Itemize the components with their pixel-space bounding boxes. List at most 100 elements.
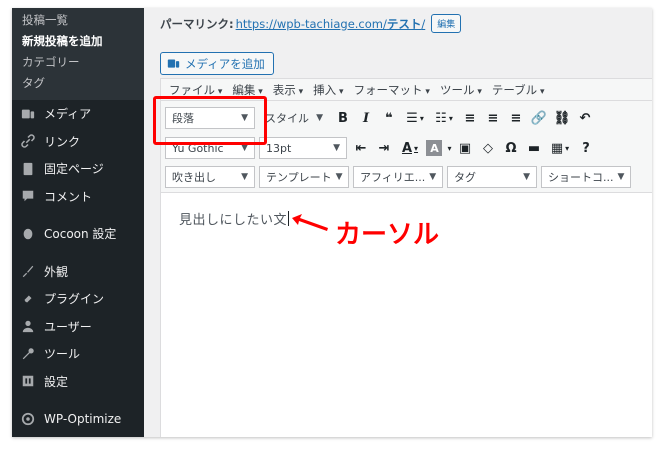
menu-tools[interactable]: ツール	[440, 82, 482, 98]
sidebar-item-settings[interactable]: 設定	[12, 368, 144, 396]
template-select[interactable]: テンプレート ▼	[259, 166, 349, 188]
undo-icon[interactable]: ↶	[575, 107, 595, 129]
italic-icon[interactable]: I	[356, 107, 376, 129]
annotation-arrow-icon	[292, 214, 328, 231]
permalink-url-tail: /	[421, 16, 426, 31]
text-cursor	[288, 211, 290, 226]
menu-table[interactable]: テーブル	[492, 82, 545, 98]
menu-separator	[12, 248, 144, 258]
sidebar-item-label: メディア	[44, 107, 92, 122]
sidebar-item-label: リンク	[44, 134, 81, 149]
sidebar-item-appearance[interactable]: 外観	[12, 258, 144, 286]
balloon-select[interactable]: 吹き出し ▼	[165, 166, 255, 188]
tag-select-value: タグ	[454, 171, 476, 184]
tool-icon	[20, 346, 36, 362]
media-icon	[167, 59, 180, 68]
user-icon	[20, 318, 36, 334]
align-center-icon[interactable]: ≡	[483, 107, 503, 129]
add-media-label: メディアを追加	[185, 56, 265, 71]
sidebar-item-media[interactable]: メディア	[12, 100, 144, 128]
font-size-select[interactable]: 13pt ▼	[259, 137, 347, 159]
affiliate-select[interactable]: アフィリエ... ▼	[353, 166, 443, 188]
outdent-icon[interactable]: ⇤	[351, 137, 371, 159]
menu-separator	[12, 395, 144, 405]
sidebar-item-cocoon[interactable]: Cocoon 設定	[12, 220, 144, 248]
permalink-slug: テスト	[386, 16, 422, 31]
align-right-icon[interactable]: ≡	[506, 107, 526, 129]
sidebar-item-label: 設定	[44, 374, 69, 389]
sidebar-item-label: Cocoon 設定	[44, 227, 117, 242]
font-size-value: 13pt	[266, 141, 292, 155]
menu-insert[interactable]: 挿入	[313, 82, 343, 98]
editor-content[interactable]: 見出しにしたい文	[179, 209, 290, 228]
paste-text-icon[interactable]: ▣	[455, 137, 475, 159]
balloon-select-value: 吹き出し	[172, 171, 216, 184]
permalink-url-base: https://wpb-tachiage.com/	[235, 16, 387, 31]
posts-submenu: 投稿一覧 新規投稿を追加 カテゴリー タグ	[12, 8, 144, 100]
annotation-highlight-box	[153, 96, 267, 145]
chevron-down-icon: ▼	[241, 172, 248, 182]
affiliate-select-value: アフィリエ...	[360, 171, 426, 184]
submenu-item-tags[interactable]: タグ	[12, 73, 144, 94]
chevron-down-icon: ▼	[429, 172, 437, 182]
media-icon	[20, 106, 36, 122]
menu-separator	[12, 210, 144, 220]
settings-icon	[20, 373, 36, 389]
background-color-glyph: A	[426, 140, 443, 156]
sidebar-item-comments[interactable]: コメント	[12, 183, 144, 211]
background-color-icon[interactable]: A	[426, 137, 452, 159]
table-icon[interactable]: ▦	[547, 137, 573, 159]
indent-icon[interactable]: ⇥	[374, 137, 394, 159]
link-icon	[20, 133, 36, 149]
template-select-value: テンプレート	[266, 171, 332, 184]
sidebar-item-links[interactable]: リンク	[12, 128, 144, 156]
wp-optimize-icon	[20, 411, 36, 427]
comment-icon	[20, 188, 36, 204]
sidebar-item-pages[interactable]: 固定ページ	[12, 155, 144, 183]
chevron-down-icon: ▼	[333, 143, 340, 153]
chevron-down-icon: ▼	[316, 113, 323, 123]
annotation-label: カーソル	[335, 220, 440, 250]
sidebar-item-label: コメント	[44, 189, 93, 204]
permalink-edit-button[interactable]: 編集	[431, 14, 462, 33]
horizontal-rule-icon[interactable]: ▬	[524, 137, 544, 159]
screenshot-frame: 投稿一覧 新規投稿を追加 カテゴリー タグ メディア リンク 固定ページ コメン…	[12, 8, 652, 437]
admin-sidebar: 投稿一覧 新規投稿を追加 カテゴリー タグ メディア リンク 固定ページ コメン…	[12, 8, 144, 437]
menu-format[interactable]: フォーマット	[354, 82, 430, 98]
sidebar-item-wp-optimize[interactable]: WP-Optimize	[12, 405, 144, 433]
sidebar-item-users[interactable]: ユーザー	[12, 313, 144, 341]
sidebar-item-label: 外観	[44, 264, 69, 279]
cocoon-icon	[20, 226, 36, 242]
sidebar-item-tools[interactable]: ツール	[12, 340, 144, 368]
style-select[interactable]: スタイル ▼	[259, 107, 329, 129]
special-character-icon[interactable]: Ω	[501, 137, 521, 159]
menu-view[interactable]: 表示	[273, 82, 303, 98]
shortcode-select[interactable]: ショートコ... ▼	[541, 166, 631, 188]
unlink-icon[interactable]: ⛓	[552, 107, 572, 129]
submenu-item-categories[interactable]: カテゴリー	[12, 52, 144, 73]
align-left-icon[interactable]: ≡	[460, 107, 480, 129]
chevron-down-icon: ▼	[523, 172, 530, 182]
eraser-icon[interactable]: ◇	[478, 137, 498, 159]
submenu-item-all-posts[interactable]: 投稿一覧	[12, 10, 144, 31]
sidebar-item-label: ツール	[44, 347, 81, 362]
bullet-list-icon[interactable]: ☰	[402, 107, 428, 129]
sidebar-item-label: プラグイン	[44, 292, 105, 307]
blockquote-icon[interactable]: ❝	[379, 107, 399, 129]
add-media-button[interactable]: メディアを追加	[160, 52, 274, 75]
bold-icon[interactable]: B	[333, 107, 353, 129]
link-icon[interactable]: 🔗	[529, 107, 549, 129]
permalink-url[interactable]: https://wpb-tachiage.com/テスト/	[236, 16, 426, 32]
submenu-item-add-new[interactable]: 新規投稿を追加	[12, 31, 144, 52]
page-icon	[20, 161, 36, 177]
toolbar-row-3: 吹き出し ▼ テンプレート ▼ アフィリエ... ▼ タグ ▼ ショートコ... ▼	[165, 165, 652, 189]
text-color-icon[interactable]: A	[397, 137, 423, 159]
numbered-list-icon[interactable]: ☷	[431, 107, 457, 129]
chevron-down-icon: ▼	[335, 172, 343, 182]
help-icon[interactable]: ?	[576, 137, 596, 159]
permalink-label: パーマリンク:	[160, 16, 234, 31]
sidebar-item-plugins[interactable]: プラグイン	[12, 285, 144, 313]
plugin-icon	[20, 291, 36, 307]
style-select-value: スタイル	[265, 112, 309, 125]
tag-select[interactable]: タグ ▼	[447, 166, 537, 188]
